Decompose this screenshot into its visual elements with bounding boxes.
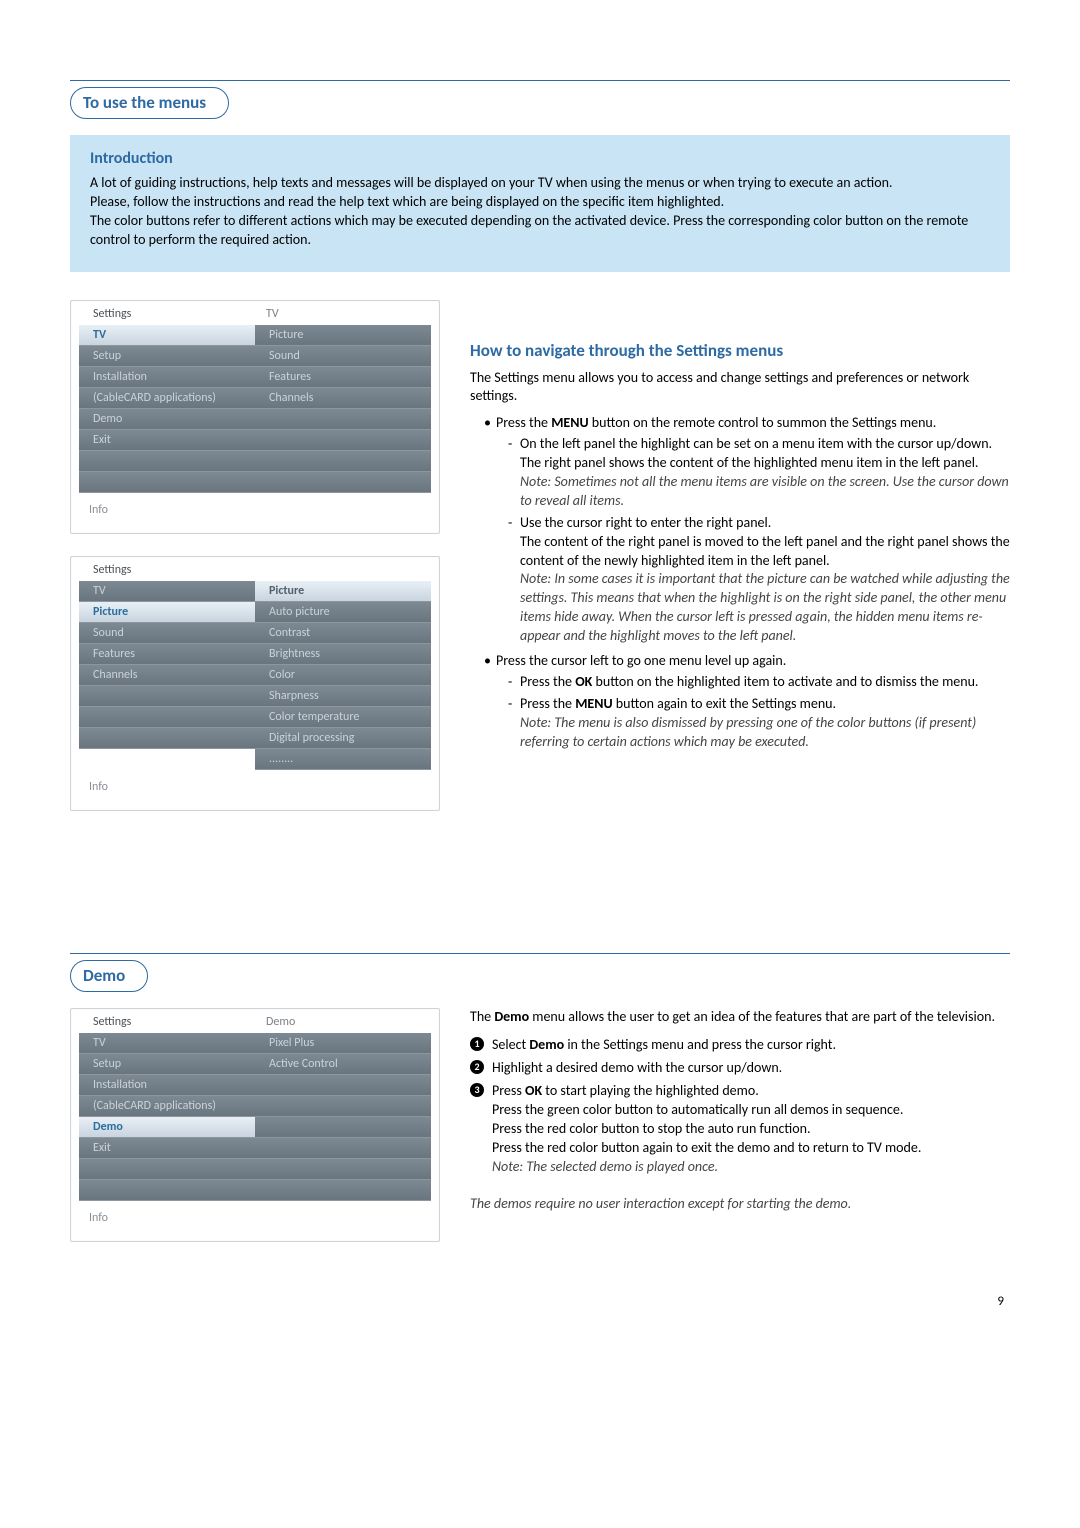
- menu-item: Channels: [79, 665, 255, 686]
- panel2-header-right: [258, 563, 431, 577]
- menu-item: TV: [79, 581, 255, 602]
- menu-item: Auto picture: [255, 602, 431, 623]
- menu-item: [255, 1180, 431, 1201]
- menu-item: Contrast: [255, 623, 431, 644]
- intro-box: Introduction A lot of guiding instructio…: [70, 135, 1010, 272]
- demo-step-3: 3 Press OK to start playing the highligh…: [470, 1082, 1010, 1176]
- menu-item: TV: [79, 325, 255, 346]
- demo-footer-note: The demos require no user interaction ex…: [470, 1195, 1010, 1214]
- menu-item: [79, 472, 255, 493]
- menu-item: Picture: [255, 325, 431, 346]
- menu-item: [255, 1075, 431, 1096]
- panel1-info: Info: [71, 493, 439, 521]
- menu-item: Brightness: [255, 644, 431, 665]
- menu-item: Exit: [79, 1138, 255, 1159]
- menu-item: Color: [255, 665, 431, 686]
- panel1-header-right: TV: [258, 307, 431, 321]
- section-divider: [70, 80, 1010, 81]
- menu-item: [79, 451, 255, 472]
- menu-item: Installation: [79, 367, 255, 388]
- howto-b2-dash1: Press the OK button on the highlighted i…: [508, 673, 1010, 692]
- demo-step-1: 1 Select Demo in the Settings menu and p…: [470, 1036, 1010, 1055]
- section-divider-2: [70, 953, 1010, 954]
- menu-item: (CableCARD applications): [79, 388, 255, 409]
- menu-item: Picture: [79, 602, 255, 623]
- intro-p1: A lot of guiding instructions, help text…: [90, 174, 992, 193]
- panel2-header-left: Settings: [79, 563, 258, 577]
- section-pill-demo: Demo: [70, 960, 148, 992]
- menu-item: [255, 1096, 431, 1117]
- menu-item: Picture: [255, 581, 431, 602]
- menu-item: [255, 409, 431, 430]
- menu-item: [255, 472, 431, 493]
- menu-item: Demo: [79, 409, 255, 430]
- menu-item: Sound: [255, 346, 431, 367]
- menu-item: Exit: [79, 430, 255, 451]
- intro-p2: Please, follow the instructions and read…: [90, 193, 992, 212]
- menu-item: [255, 1138, 431, 1159]
- panel2-info: Info: [71, 770, 439, 798]
- panel3-header-left: Settings: [79, 1015, 258, 1029]
- section-pill-menus: To use the menus: [70, 87, 229, 119]
- howto-bullet-2: Press the cursor left to go one menu lev…: [484, 652, 1010, 751]
- howto-b1-dash1: On the left panel the highlight can be s…: [508, 435, 1010, 511]
- menu-item: [255, 451, 431, 472]
- menu-item: Demo: [79, 1117, 255, 1138]
- menu-item: (CableCARD applications): [79, 1096, 255, 1117]
- menu-item: Installation: [79, 1075, 255, 1096]
- menu-item: [79, 686, 255, 707]
- menu-item: [79, 707, 255, 728]
- howto-lead: The Settings menu allows you to access a…: [470, 369, 1010, 407]
- panel3-header-right: Demo: [258, 1015, 431, 1029]
- intro-heading: Introduction: [90, 149, 992, 168]
- menu-item: Color temperature: [255, 707, 431, 728]
- menu-item: Sound: [79, 623, 255, 644]
- menu-item: Features: [255, 367, 431, 388]
- menu-item: Channels: [255, 388, 431, 409]
- howto-bullet-1: Press the MENU button on the remote cont…: [484, 414, 1010, 646]
- menu-item: [79, 1180, 255, 1201]
- tv-panel-settings-tv: Settings TV TVSetupInstallation(CableCAR…: [70, 300, 440, 534]
- menu-item: [255, 430, 431, 451]
- menu-item: Digital processing: [255, 728, 431, 749]
- menu-item: [255, 1159, 431, 1180]
- menu-item: Pixel Plus: [255, 1033, 431, 1054]
- panel1-header-left: Settings: [79, 307, 258, 321]
- menu-item: Active Control: [255, 1054, 431, 1075]
- howto-b2-dash2: Press the MENU button again to exit the …: [508, 695, 1010, 752]
- menu-item: Sharpness: [255, 686, 431, 707]
- menu-item: [79, 1159, 255, 1180]
- menu-item: ........: [255, 749, 431, 770]
- menu-item: Setup: [79, 346, 255, 367]
- menu-item: Features: [79, 644, 255, 665]
- tv-panel-tv-picture: Settings TVPictureSoundFeaturesChannels …: [70, 556, 440, 811]
- menu-item: TV: [79, 1033, 255, 1054]
- menu-item: Setup: [79, 1054, 255, 1075]
- menu-item: [79, 728, 255, 749]
- intro-text: A lot of guiding instructions, help text…: [90, 174, 992, 250]
- intro-p3: The color buttons refer to different act…: [90, 212, 992, 250]
- howto-b1-dash2: Use the cursor right to enter the right …: [508, 514, 1010, 646]
- menu-item: [255, 1117, 431, 1138]
- panel3-info: Info: [71, 1201, 439, 1229]
- page-number: 9: [70, 1294, 1010, 1309]
- demo-step-2: 2 Highlight a desired demo with the curs…: [470, 1059, 1010, 1078]
- tv-panel-demo: Settings Demo TVSetupInstallation(CableC…: [70, 1008, 440, 1242]
- demo-lead: The Demo menu allows the user to get an …: [470, 1008, 1010, 1027]
- howto-heading: How to navigate through the Settings men…: [470, 340, 1010, 363]
